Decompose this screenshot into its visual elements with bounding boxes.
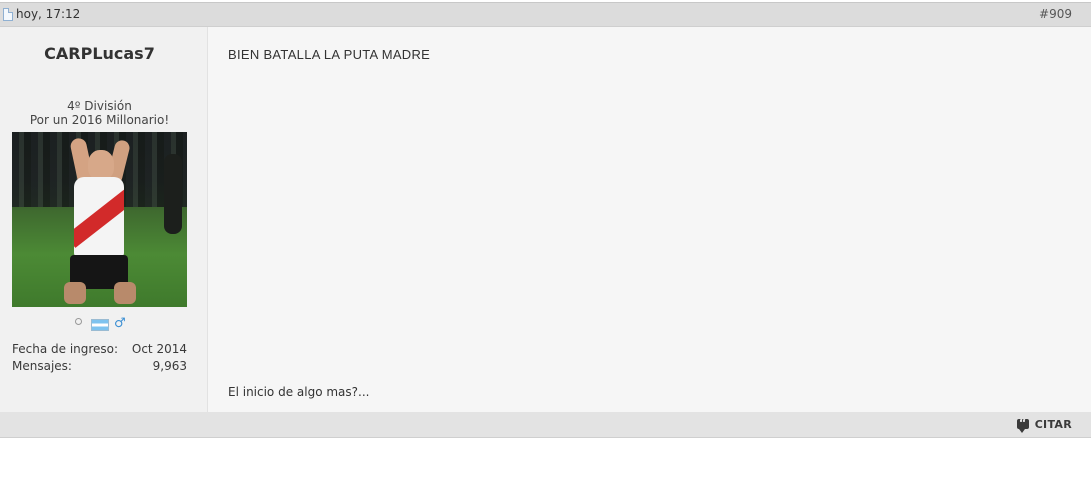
stat-join-date: Fecha de ingreso: Oct 2014 bbox=[12, 342, 187, 356]
post-message: BIEN BATALLA LA PUTA MADRE bbox=[228, 47, 431, 62]
avatar-player-shirt bbox=[74, 177, 124, 257]
username-link[interactable]: CARPLucas7 bbox=[0, 44, 199, 63]
male-gender-icon: ♂ bbox=[114, 316, 126, 331]
quote-icon bbox=[1016, 416, 1029, 433]
post-date: hoy, 17:12 bbox=[16, 7, 81, 21]
post-header: hoy, 17:12 #909 bbox=[0, 2, 1091, 27]
avatar-background-player bbox=[164, 154, 182, 234]
user-info-panel: CARPLucas7 4º División Por un 2016 Millo… bbox=[0, 27, 208, 412]
argentina-flag-icon bbox=[91, 319, 109, 331]
quote-button-label: CITAR bbox=[1034, 418, 1072, 431]
avatar[interactable] bbox=[12, 132, 187, 307]
user-custom-title: Por un 2016 Millonario! bbox=[29, 113, 170, 127]
stat-post-count: Mensajes: 9,963 bbox=[12, 359, 187, 373]
forum-post: hoy, 17:12 #909 CARPLucas7 4º División P… bbox=[0, 2, 1091, 438]
post-body: CARPLucas7 4º División Por un 2016 Millo… bbox=[0, 27, 1091, 412]
post-date-wrap: hoy, 17:12 bbox=[3, 7, 80, 21]
avatar-player-leg bbox=[114, 282, 136, 304]
post-footer: CITAR bbox=[0, 412, 1091, 438]
quote-button[interactable]: CITAR bbox=[1016, 416, 1072, 433]
offline-status-icon bbox=[75, 318, 82, 325]
document-icon bbox=[3, 7, 13, 21]
stat-label: Fecha de ingreso: bbox=[12, 342, 119, 356]
user-status-icons: ♂ bbox=[75, 316, 126, 331]
stat-value: Oct 2014 bbox=[131, 342, 187, 356]
user-rank: 4º División bbox=[67, 99, 132, 113]
stat-value: 9,963 bbox=[152, 359, 187, 373]
avatar-player-leg bbox=[64, 282, 86, 304]
post-signature: El inicio de algo mas?... bbox=[228, 385, 370, 399]
avatar-player-head bbox=[88, 150, 114, 180]
stat-label: Mensajes: bbox=[12, 359, 72, 373]
post-number-link[interactable]: #909 bbox=[1039, 7, 1072, 21]
